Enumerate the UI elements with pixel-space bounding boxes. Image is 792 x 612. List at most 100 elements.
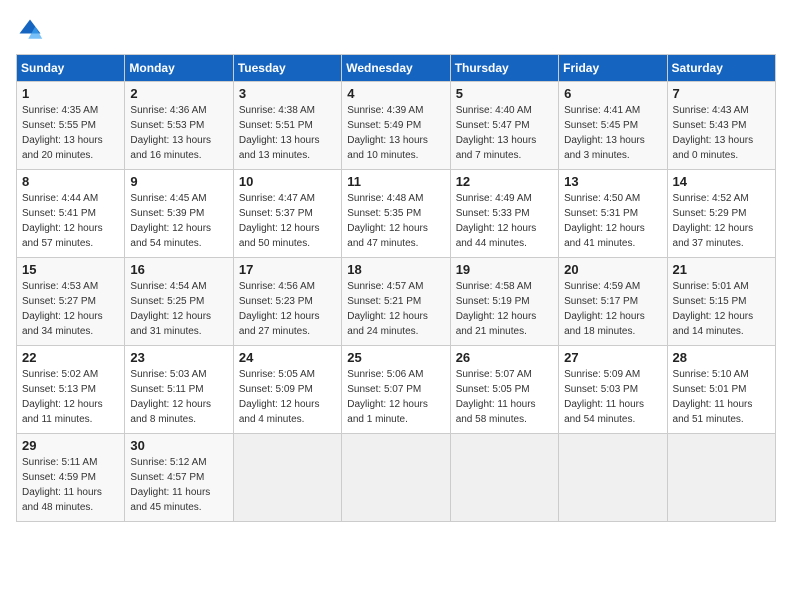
col-header-wednesday: Wednesday (342, 55, 450, 82)
calendar-cell: 18 Sunrise: 4:57 AM Sunset: 5:21 PM Dayli… (342, 258, 450, 346)
calendar-cell: 17 Sunrise: 4:56 AM Sunset: 5:23 PM Dayli… (233, 258, 341, 346)
calendar-cell: 8 Sunrise: 4:44 AM Sunset: 5:41 PM Daylig… (17, 170, 125, 258)
day-info: Sunrise: 4:58 AM Sunset: 5:19 PM Dayligh… (456, 279, 553, 339)
calendar-cell: 30 Sunrise: 5:12 AM Sunset: 4:57 PM Dayli… (125, 434, 233, 522)
calendar-table: SundayMondayTuesdayWednesdayThursdayFrid… (16, 54, 776, 522)
calendar-cell: 29 Sunrise: 5:11 AM Sunset: 4:59 PM Dayli… (17, 434, 125, 522)
day-number: 28 (673, 350, 770, 365)
calendar-cell: 2 Sunrise: 4:36 AM Sunset: 5:53 PM Daylig… (125, 82, 233, 170)
calendar-cell: 7Sunrise: 4:43 AM Sunset: 5:43 PM Daylig… (667, 82, 775, 170)
day-info: Sunrise: 4:36 AM Sunset: 5:53 PM Dayligh… (130, 103, 227, 163)
calendar-cell: 23 Sunrise: 5:03 AM Sunset: 5:11 PM Dayli… (125, 346, 233, 434)
col-header-friday: Friday (559, 55, 667, 82)
day-number: 20 (564, 262, 661, 277)
day-info: Sunrise: 4:41 AM Sunset: 5:45 PM Dayligh… (564, 103, 661, 163)
day-info: Sunrise: 4:39 AM Sunset: 5:49 PM Dayligh… (347, 103, 444, 163)
day-number: 17 (239, 262, 336, 277)
day-info: Sunrise: 4:57 AM Sunset: 5:21 PM Dayligh… (347, 279, 444, 339)
calendar-cell (450, 434, 558, 522)
calendar-cell: 3 Sunrise: 4:38 AM Sunset: 5:51 PM Daylig… (233, 82, 341, 170)
day-info: Sunrise: 5:05 AM Sunset: 5:09 PM Dayligh… (239, 367, 336, 427)
day-info: Sunrise: 5:11 AM Sunset: 4:59 PM Dayligh… (22, 455, 119, 515)
calendar-cell: 10Sunrise: 4:47 AM Sunset: 5:37 PM Dayli… (233, 170, 341, 258)
calendar-cell: 4 Sunrise: 4:39 AM Sunset: 5:49 PM Daylig… (342, 82, 450, 170)
calendar-cell: 12 Sunrise: 4:49 AM Sunset: 5:33 PM Dayli… (450, 170, 558, 258)
day-number: 4 (347, 86, 444, 101)
logo (16, 16, 48, 44)
day-number: 6 (564, 86, 661, 101)
day-info: Sunrise: 5:02 AM Sunset: 5:13 PM Dayligh… (22, 367, 119, 427)
day-info: Sunrise: 4:50 AM Sunset: 5:31 PM Dayligh… (564, 191, 661, 251)
day-number: 18 (347, 262, 444, 277)
logo-icon (16, 16, 44, 44)
day-number: 11 (347, 174, 444, 189)
day-info: Sunrise: 5:06 AM Sunset: 5:07 PM Dayligh… (347, 367, 444, 427)
day-number: 9 (130, 174, 227, 189)
day-number: 24 (239, 350, 336, 365)
day-number: 10 (239, 174, 336, 189)
day-info: Sunrise: 4:48 AM Sunset: 5:35 PM Dayligh… (347, 191, 444, 251)
day-number: 14 (673, 174, 770, 189)
day-number: 1 (22, 86, 119, 101)
calendar-week-2: 8 Sunrise: 4:44 AM Sunset: 5:41 PM Daylig… (17, 170, 776, 258)
calendar-week-1: 1 Sunrise: 4:35 AM Sunset: 5:55 PM Daylig… (17, 82, 776, 170)
calendar-week-3: 15 Sunrise: 4:53 AM Sunset: 5:27 PM Dayli… (17, 258, 776, 346)
day-info: Sunrise: 4:53 AM Sunset: 5:27 PM Dayligh… (22, 279, 119, 339)
day-info: Sunrise: 4:43 AM Sunset: 5:43 PM Dayligh… (673, 103, 770, 163)
day-info: Sunrise: 5:12 AM Sunset: 4:57 PM Dayligh… (130, 455, 227, 515)
day-number: 2 (130, 86, 227, 101)
day-info: Sunrise: 5:01 AM Sunset: 5:15 PM Dayligh… (673, 279, 770, 339)
day-info: Sunrise: 5:03 AM Sunset: 5:11 PM Dayligh… (130, 367, 227, 427)
calendar-cell: 14 Sunrise: 4:52 AM Sunset: 5:29 PM Dayli… (667, 170, 775, 258)
day-number: 23 (130, 350, 227, 365)
calendar-cell: 21 Sunrise: 5:01 AM Sunset: 5:15 PM Dayli… (667, 258, 775, 346)
day-number: 15 (22, 262, 119, 277)
calendar-cell (559, 434, 667, 522)
calendar-cell (233, 434, 341, 522)
calendar-cell: 20Sunrise: 4:59 AM Sunset: 5:17 PM Dayli… (559, 258, 667, 346)
day-info: Sunrise: 4:56 AM Sunset: 5:23 PM Dayligh… (239, 279, 336, 339)
calendar-cell: 13Sunrise: 4:50 AM Sunset: 5:31 PM Dayli… (559, 170, 667, 258)
day-info: Sunrise: 5:10 AM Sunset: 5:01 PM Dayligh… (673, 367, 770, 427)
calendar-cell: 26Sunrise: 5:07 AM Sunset: 5:05 PM Dayli… (450, 346, 558, 434)
day-number: 3 (239, 86, 336, 101)
day-info: Sunrise: 4:40 AM Sunset: 5:47 PM Dayligh… (456, 103, 553, 163)
day-info: Sunrise: 4:45 AM Sunset: 5:39 PM Dayligh… (130, 191, 227, 251)
day-number: 8 (22, 174, 119, 189)
calendar-cell: 28 Sunrise: 5:10 AM Sunset: 5:01 PM Dayli… (667, 346, 775, 434)
calendar-week-4: 22Sunrise: 5:02 AM Sunset: 5:13 PM Dayli… (17, 346, 776, 434)
calendar-cell: 24 Sunrise: 5:05 AM Sunset: 5:09 PM Dayli… (233, 346, 341, 434)
calendar-cell (342, 434, 450, 522)
calendar-cell: 25 Sunrise: 5:06 AM Sunset: 5:07 PM Dayli… (342, 346, 450, 434)
day-number: 29 (22, 438, 119, 453)
day-number: 26 (456, 350, 553, 365)
calendar-cell: 15 Sunrise: 4:53 AM Sunset: 5:27 PM Dayli… (17, 258, 125, 346)
day-info: Sunrise: 4:54 AM Sunset: 5:25 PM Dayligh… (130, 279, 227, 339)
calendar-cell: 16 Sunrise: 4:54 AM Sunset: 5:25 PM Dayli… (125, 258, 233, 346)
day-info: Sunrise: 4:38 AM Sunset: 5:51 PM Dayligh… (239, 103, 336, 163)
calendar-week-5: 29 Sunrise: 5:11 AM Sunset: 4:59 PM Dayli… (17, 434, 776, 522)
col-header-sunday: Sunday (17, 55, 125, 82)
day-number: 5 (456, 86, 553, 101)
col-header-monday: Monday (125, 55, 233, 82)
day-number: 16 (130, 262, 227, 277)
day-number: 27 (564, 350, 661, 365)
day-number: 12 (456, 174, 553, 189)
calendar-cell: 27 Sunrise: 5:09 AM Sunset: 5:03 PM Dayli… (559, 346, 667, 434)
day-info: Sunrise: 4:35 AM Sunset: 5:55 PM Dayligh… (22, 103, 119, 163)
page-header (16, 16, 776, 44)
day-info: Sunrise: 4:52 AM Sunset: 5:29 PM Dayligh… (673, 191, 770, 251)
col-header-tuesday: Tuesday (233, 55, 341, 82)
day-number: 30 (130, 438, 227, 453)
col-header-saturday: Saturday (667, 55, 775, 82)
calendar-cell: 19 Sunrise: 4:58 AM Sunset: 5:19 PM Dayli… (450, 258, 558, 346)
calendar-cell: 11 Sunrise: 4:48 AM Sunset: 5:35 PM Dayli… (342, 170, 450, 258)
day-number: 25 (347, 350, 444, 365)
day-number: 21 (673, 262, 770, 277)
day-info: Sunrise: 4:49 AM Sunset: 5:33 PM Dayligh… (456, 191, 553, 251)
day-info: Sunrise: 5:09 AM Sunset: 5:03 PM Dayligh… (564, 367, 661, 427)
calendar-cell (667, 434, 775, 522)
calendar-cell: 22Sunrise: 5:02 AM Sunset: 5:13 PM Dayli… (17, 346, 125, 434)
day-number: 19 (456, 262, 553, 277)
day-info: Sunrise: 4:44 AM Sunset: 5:41 PM Dayligh… (22, 191, 119, 251)
